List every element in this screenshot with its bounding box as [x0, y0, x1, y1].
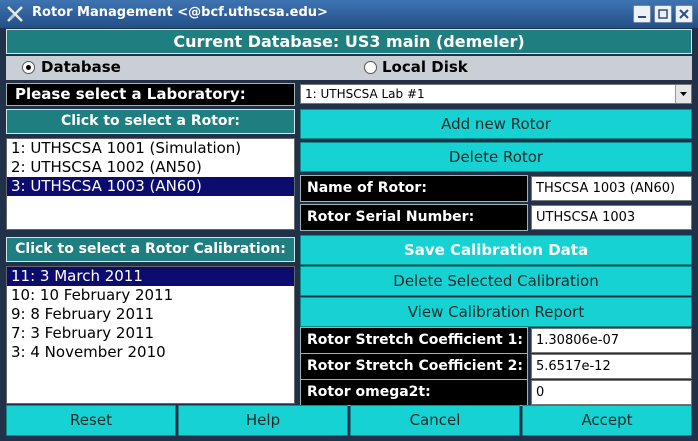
calibration-list-item[interactable]: 3: 4 November 2010 — [7, 343, 294, 362]
laboratory-label: Please select a Laboratory: — [6, 83, 295, 106]
calibration-list-item[interactable]: 7: 3 February 2011 — [7, 324, 294, 343]
local-disk-radio-icon[interactable] — [364, 61, 377, 74]
help-button[interactable]: Help — [178, 405, 348, 436]
calibration-list-header: Click to select a Rotor Calibration: — [6, 237, 295, 262]
rotor-name-field[interactable]: THSCSA 1003 (AN60) — [531, 176, 692, 201]
stretch-coefficient-2-field[interactable]: 5.6517e-12 — [531, 354, 692, 379]
window-title: Rotor Management <@bcf.uthscsa.edu> — [32, 5, 328, 20]
add-rotor-button[interactable]: Add new Rotor — [300, 109, 692, 139]
x-tools-icon — [7, 6, 23, 22]
save-calibration-button[interactable]: Save Calibration Data — [300, 235, 692, 265]
rotor-list-item-selected[interactable]: 3: UTHSCSA 1003 (AN60) — [7, 177, 294, 196]
database-radio-label: Database — [41, 58, 121, 76]
database-radio-icon[interactable] — [22, 61, 35, 74]
delete-rotor-button[interactable]: Delete Rotor — [300, 142, 692, 172]
chevron-down-icon[interactable] — [675, 85, 691, 103]
minimize-icon — [638, 16, 646, 18]
laboratory-select-value: 1: UTHSCSA Lab #1 — [305, 87, 425, 101]
close-button[interactable] — [675, 5, 693, 23]
rotor-serial-field[interactable]: UTHSCSA 1003 — [531, 205, 692, 230]
database-radio-option[interactable]: Database — [14, 56, 344, 80]
calibration-list[interactable]: 11: 3 March 2011 10: 10 February 2011 9:… — [6, 266, 295, 404]
view-calibration-report-button[interactable]: View Calibration Report — [300, 297, 692, 327]
delete-calibration-button[interactable]: Delete Selected Calibration — [300, 266, 692, 296]
main-panel: Current Database: US3 main (demeler) Dat… — [0, 28, 698, 441]
title-bar[interactable]: Rotor Management <@bcf.uthscsa.edu> — [0, 0, 698, 28]
rotor-serial-label: Rotor Serial Number: — [300, 204, 528, 231]
rotor-list[interactable]: 1: UTHSCSA 1001 (Simulation) 2: UTHSCSA … — [6, 138, 295, 230]
rotor-list-item[interactable]: 1: UTHSCSA 1001 (Simulation) — [7, 139, 294, 158]
local-disk-radio-label: Local Disk — [382, 58, 468, 76]
stretch-coefficient-2-label: Rotor Stretch Coefficient 2: — [300, 353, 528, 380]
stretch-coefficient-1-label: Rotor Stretch Coefficient 1: — [300, 327, 528, 354]
rotor-name-label: Name of Rotor: — [300, 175, 528, 202]
accept-button[interactable]: Accept — [522, 405, 692, 436]
local-disk-radio-option[interactable]: Local Disk — [356, 56, 556, 80]
rotor-list-item[interactable]: 2: UTHSCSA 1002 (AN50) — [7, 158, 294, 177]
reset-button[interactable]: Reset — [6, 405, 176, 436]
minimize-button[interactable] — [633, 5, 651, 23]
maximize-button[interactable] — [654, 5, 672, 23]
close-icon — [679, 9, 689, 19]
laboratory-select[interactable]: 1: UTHSCSA Lab #1 — [300, 84, 692, 104]
source-selector: Database Local Disk — [6, 56, 692, 80]
calibration-list-item[interactable]: 10: 10 February 2011 — [7, 286, 294, 305]
omega2t-field[interactable]: 0 — [531, 380, 692, 405]
cancel-button[interactable]: Cancel — [350, 405, 520, 436]
omega2t-label: Rotor omega2t: — [300, 379, 528, 406]
calibration-list-item[interactable]: 9: 8 February 2011 — [7, 305, 294, 324]
maximize-icon — [658, 9, 668, 19]
stretch-coefficient-1-field[interactable]: 1.30806e-07 — [531, 328, 692, 353]
calibration-list-item-selected[interactable]: 11: 3 March 2011 — [7, 267, 294, 286]
current-database-banner: Current Database: US3 main (demeler) — [6, 29, 692, 54]
rotor-list-header: Click to select a Rotor: — [6, 109, 295, 134]
